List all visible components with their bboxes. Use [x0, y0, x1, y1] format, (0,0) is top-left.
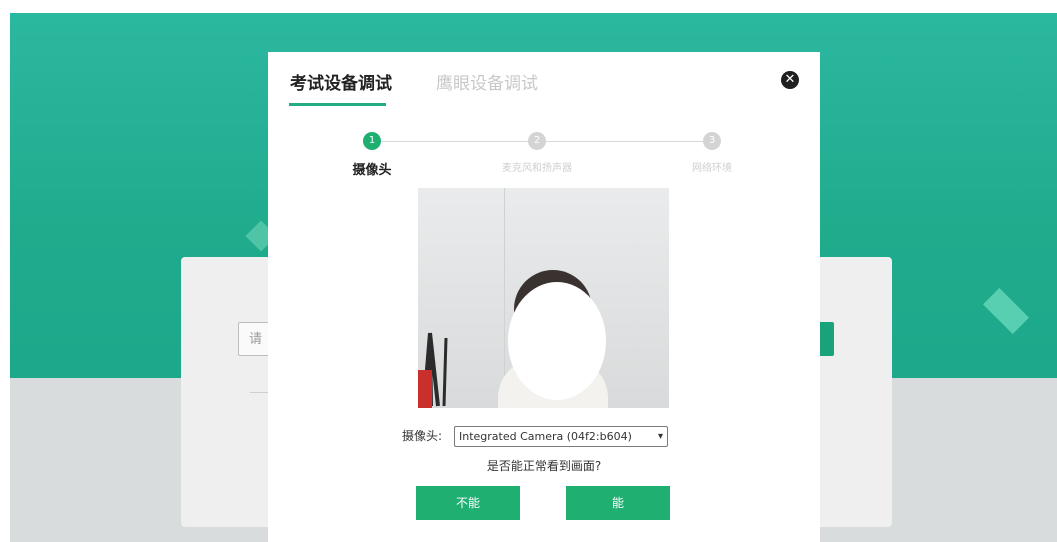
cannot-see-button[interactable]: 不能 [416, 486, 520, 520]
face-mask [508, 282, 606, 400]
camera-preview [418, 188, 669, 408]
step-3-indicator: 3 [703, 132, 721, 150]
tab-eagle-eye-device-test[interactable]: 鹰眼设备调试 [436, 70, 538, 122]
stepper-connector [381, 141, 529, 142]
camera-background [418, 370, 432, 408]
camera-select-value: Integrated Camera (04f2:b604) [459, 430, 632, 443]
login-button[interactable] [818, 322, 834, 356]
step-2-indicator: 2 [528, 132, 546, 150]
camera-label: 摄像头: [402, 429, 443, 443]
device-test-modal: 考试设备调试 鹰眼设备调试 ✕ 1 2 3 摄像头 麦克风和扬声器 网络环境 摄… [268, 52, 820, 542]
stepper-connector [546, 141, 704, 142]
step-1-label: 摄像头 [352, 163, 392, 178]
step-3-label: 网络环境 [692, 163, 732, 174]
tab-exam-device-test[interactable]: 考试设备调试 [290, 70, 392, 122]
step-2-label: 麦克风和扬声器 [502, 163, 572, 174]
step-1-indicator: 1 [363, 132, 381, 150]
camera-question: 是否能正常看到画面? [486, 459, 602, 473]
close-icon[interactable]: ✕ [781, 71, 799, 89]
camera-select[interactable]: Integrated Camera (04f2:b604) ▾ [454, 426, 668, 447]
active-tab-indicator [289, 103, 386, 106]
chevron-down-icon: ▾ [657, 431, 663, 442]
can-see-button[interactable]: 能 [566, 486, 670, 520]
